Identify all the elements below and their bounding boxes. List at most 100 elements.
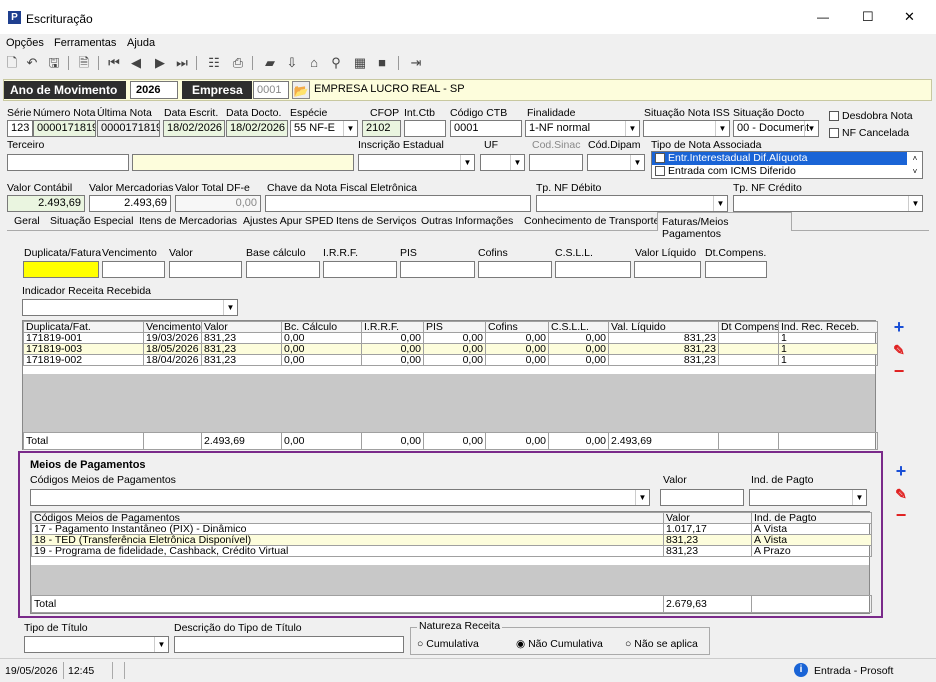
especie-select[interactable]: 55 NF-E ▼ bbox=[290, 120, 358, 137]
table-row[interactable]: 171819-001 19/03/2026 831,23 0,00 0,00 0,00 0,… bbox=[23, 332, 878, 344]
tree-icon[interactable]: ☷ bbox=[204, 54, 224, 72]
column-header[interactable]: Ind. Rec. Receb. bbox=[778, 321, 878, 333]
preview-icon[interactable]: 🗎 bbox=[74, 54, 94, 72]
situacao-iss-select[interactable]: ▼ bbox=[643, 120, 730, 137]
indicador-select[interactable]: ▼ bbox=[22, 299, 238, 316]
tp-debito-select[interactable]: ▼ bbox=[536, 195, 728, 212]
table-row[interactable]: 171819-002 18/04/2026 831,23 0,00 0,00 0,00 0,… bbox=[23, 354, 878, 366]
data-docto-input[interactable]: 18/02/2026 bbox=[226, 120, 288, 137]
delete-icon[interactable]: ▰ bbox=[260, 54, 280, 72]
tipo-nota-item-1[interactable]: Entr.Interestadual Dif.Alíquota bbox=[652, 152, 907, 165]
cancelada-checkbox[interactable]: NF Cancelada bbox=[829, 127, 909, 139]
edit-meio-button[interactable]: ✎ bbox=[890, 485, 912, 505]
valor-input[interactable] bbox=[169, 261, 242, 278]
tab-conhecimento-transporte[interactable]: Conhecimento de Transporte bbox=[524, 215, 659, 227]
pis-input[interactable] bbox=[400, 261, 475, 278]
uf-select[interactable]: ▼ bbox=[480, 154, 525, 171]
codsinac-input[interactable] bbox=[529, 154, 583, 171]
print-icon[interactable]: ⎙ bbox=[228, 54, 248, 72]
cfop-input[interactable]: 2102 bbox=[362, 120, 401, 137]
csll-input[interactable] bbox=[555, 261, 631, 278]
radio-nao-cumulativa[interactable]: ◉ Não Cumulativa bbox=[516, 638, 603, 650]
first-record-icon[interactable]: ⏮ bbox=[104, 54, 124, 72]
column-header[interactable]: Bc. Cálculo bbox=[281, 321, 362, 333]
vencimento-input[interactable] bbox=[102, 261, 165, 278]
data-escrit-input[interactable]: 18/02/2026 bbox=[163, 120, 225, 137]
desdobra-checkbox[interactable]: Desdobra Nota bbox=[829, 110, 913, 122]
valor-meio-input[interactable] bbox=[660, 489, 744, 506]
tab-geral[interactable]: Geral bbox=[14, 215, 40, 227]
attach-icon[interactable]: ⇩ bbox=[282, 54, 302, 72]
search-db-icon[interactable]: ⚲ bbox=[326, 54, 346, 72]
table-row[interactable]: 171819-003 18/05/2026 831,23 0,00 0,00 0,00 0,… bbox=[23, 343, 878, 355]
column-header[interactable]: Valor bbox=[201, 321, 282, 333]
dt-compens-input[interactable] bbox=[705, 261, 767, 278]
irrf-input[interactable] bbox=[323, 261, 397, 278]
numero-input[interactable]: 0000171819 bbox=[33, 120, 96, 137]
house-icon[interactable]: ⌂ bbox=[304, 54, 324, 72]
coddipam-select[interactable]: ▼ bbox=[587, 154, 645, 171]
tab-itens-mercadorias[interactable]: Itens de Mercadorias bbox=[139, 215, 237, 227]
serie-input[interactable]: 123 bbox=[7, 120, 33, 137]
cofins-input[interactable] bbox=[478, 261, 552, 278]
codctb-input[interactable]: 0001 bbox=[450, 120, 522, 137]
base-calculo-input[interactable] bbox=[246, 261, 320, 278]
table-row[interactable]: 18 - TED (Transferência Eletrônica Dispo… bbox=[31, 534, 872, 546]
valor-contabil-input[interactable]: 2.493,69 bbox=[7, 195, 85, 212]
add-meio-button[interactable]: + bbox=[890, 462, 912, 482]
previous-record-icon[interactable]: ◀ bbox=[126, 54, 146, 72]
column-header[interactable]: Códigos Meios de Pagamentos bbox=[31, 512, 664, 524]
codigo-meio-select[interactable]: ▼ bbox=[30, 489, 650, 506]
column-header[interactable]: Valor bbox=[663, 512, 752, 524]
add-duplicata-button[interactable]: + bbox=[888, 318, 910, 338]
column-header[interactable]: Cofins bbox=[485, 321, 549, 333]
next-record-icon[interactable]: ▶ bbox=[150, 54, 170, 72]
save-icon[interactable]: 🖫 bbox=[44, 54, 64, 72]
new-file-icon[interactable]: 🗋 bbox=[2, 54, 22, 72]
column-header[interactable]: PIS bbox=[423, 321, 486, 333]
tab-situacao-especial[interactable]: Situação Especial bbox=[50, 215, 133, 227]
column-header[interactable]: Vencimento bbox=[143, 321, 202, 333]
remove-meio-button[interactable]: − bbox=[890, 506, 912, 526]
grid-icon[interactable]: ▦ bbox=[350, 54, 370, 72]
valor-merc-input[interactable]: 2.493,69 bbox=[89, 195, 171, 212]
column-header[interactable]: I.R.R.F. bbox=[361, 321, 424, 333]
duplicata-input[interactable] bbox=[23, 261, 99, 278]
last-record-icon[interactable]: ⏭ bbox=[172, 54, 192, 72]
terceiro-code-input[interactable] bbox=[7, 154, 129, 171]
situacao-docto-select[interactable]: 00 - Document ▼ bbox=[733, 120, 819, 137]
ano-value[interactable]: 2026 bbox=[130, 81, 178, 99]
column-header[interactable]: Val. Líquido bbox=[608, 321, 719, 333]
folder-icon[interactable]: 📂 bbox=[292, 81, 310, 99]
tipo-nota-item-2[interactable]: Entrada com ICMS Diferido bbox=[652, 165, 922, 178]
tipo-nota-list[interactable]: Entr.Interestadual Dif.Alíquota Entrada … bbox=[651, 151, 923, 179]
undo-icon[interactable]: ↶ bbox=[22, 54, 42, 72]
column-header[interactable]: C.S.L.L. bbox=[548, 321, 609, 333]
table-row[interactable]: 17 - Pagamento Instantâneo (PIX) - Dinâm… bbox=[31, 523, 872, 535]
table-row[interactable]: 19 - Programa de fidelidade, Cashback, C… bbox=[31, 545, 872, 557]
radio-cumulativa[interactable]: ○ Cumulativa bbox=[417, 638, 479, 650]
ind-pagto-select[interactable]: ▼ bbox=[749, 489, 867, 506]
inscricao-select[interactable]: ▼ bbox=[358, 154, 475, 171]
tipo-titulo-select[interactable]: ▼ bbox=[24, 636, 169, 653]
tp-credito-select[interactable]: ▼ bbox=[733, 195, 923, 212]
radio-nao-se-aplica[interactable]: ○ Não se aplica bbox=[625, 638, 698, 650]
tab-outras-informacoes[interactable]: Outras Informações bbox=[421, 215, 513, 227]
duplicatas-grid[interactable]: Duplicata/Fat. Vencimento Valor Bc. Cálc… bbox=[22, 320, 878, 450]
column-header[interactable]: Ind. de Pagto bbox=[751, 512, 872, 524]
chave-input[interactable] bbox=[265, 195, 531, 212]
column-header[interactable]: Duplicata/Fat. bbox=[23, 321, 144, 333]
exit-icon[interactable]: ⇥ bbox=[406, 54, 426, 72]
list-scrollbar[interactable]: ˄ ˅ bbox=[908, 152, 922, 178]
tab-faturas-active[interactable]: Faturas/Meios Pagamentos bbox=[657, 212, 792, 240]
finalidade-select[interactable]: 1-NF normal ▼ bbox=[525, 120, 640, 137]
block-icon[interactable]: ■ bbox=[372, 54, 392, 72]
intctb-input[interactable] bbox=[404, 120, 446, 137]
tab-ajustes-sped[interactable]: Ajustes Apur SPED bbox=[243, 215, 333, 227]
meios-grid[interactable]: Códigos Meios de Pagamentos Valor Ind. d… bbox=[30, 511, 872, 614]
remove-duplicata-button[interactable]: − bbox=[888, 362, 910, 382]
desc-titulo-input[interactable] bbox=[174, 636, 404, 653]
empresa-code[interactable]: 0001 bbox=[253, 81, 289, 99]
valor-liquido-input[interactable] bbox=[634, 261, 701, 278]
edit-duplicata-button[interactable]: ✎ bbox=[888, 341, 910, 361]
